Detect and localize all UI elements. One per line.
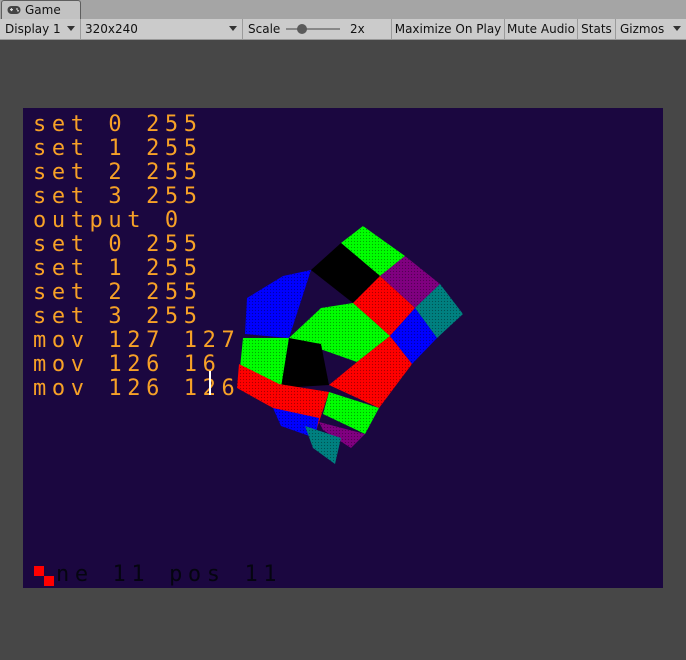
console-line: output 0	[33, 208, 184, 233]
console-line: mov 126 16	[33, 352, 222, 377]
scale-slider-thumb[interactable]	[297, 24, 308, 34]
tab-game-label: Game	[25, 3, 61, 17]
gizmos-dropdown[interactable]: Gizmos	[616, 19, 686, 39]
console-line: set 0 255	[33, 232, 203, 257]
console-line: set 1 255	[33, 136, 203, 161]
status-line: ne 11 pos 11	[56, 562, 283, 587]
tab-strip: Game	[0, 0, 686, 19]
console-line: set 3 255	[33, 304, 203, 329]
game-viewport[interactable]: set 0 255 set 1 255 set 2 255 set 3 255 outp…	[23, 108, 663, 588]
display-dropdown-value: Display 1	[5, 22, 61, 36]
resolution-dropdown[interactable]: 320x240	[81, 19, 243, 39]
maximize-on-play-toggle[interactable]: Maximize On Play	[392, 19, 505, 39]
stats-label: Stats	[581, 22, 612, 36]
console-line: set 1 255	[33, 256, 203, 281]
console-line: set 3 255	[33, 184, 203, 209]
mute-audio-label: Mute Audio	[507, 22, 575, 36]
gamepad-icon	[7, 3, 21, 17]
status-icon	[34, 566, 56, 588]
chevron-down-icon	[229, 26, 237, 31]
chevron-down-icon	[67, 26, 75, 31]
stats-toggle[interactable]: Stats	[578, 19, 616, 39]
gizmos-label: Gizmos	[620, 22, 665, 36]
console-line: set 2 255	[33, 280, 203, 305]
scale-value: 2x	[350, 22, 365, 36]
console-line: set 2 255	[33, 160, 203, 185]
console-line: set 0 255	[33, 112, 203, 137]
game-toolbar: Display 1 320x240 Scale 2x Maximize On P…	[0, 19, 686, 40]
resolution-dropdown-value: 320x240	[85, 22, 138, 36]
text-cursor	[209, 371, 211, 395]
tab-game[interactable]: Game	[1, 0, 81, 19]
display-dropdown[interactable]: Display 1	[0, 19, 81, 39]
scale-slider[interactable]	[286, 24, 340, 34]
maximize-on-play-label: Maximize On Play	[394, 22, 502, 36]
chevron-down-icon	[673, 26, 681, 31]
scale-label: Scale	[248, 22, 281, 36]
console-line: mov 127 127	[33, 328, 241, 353]
mute-audio-toggle[interactable]: Mute Audio	[505, 19, 578, 39]
scale-control: Scale 2x	[243, 19, 392, 39]
